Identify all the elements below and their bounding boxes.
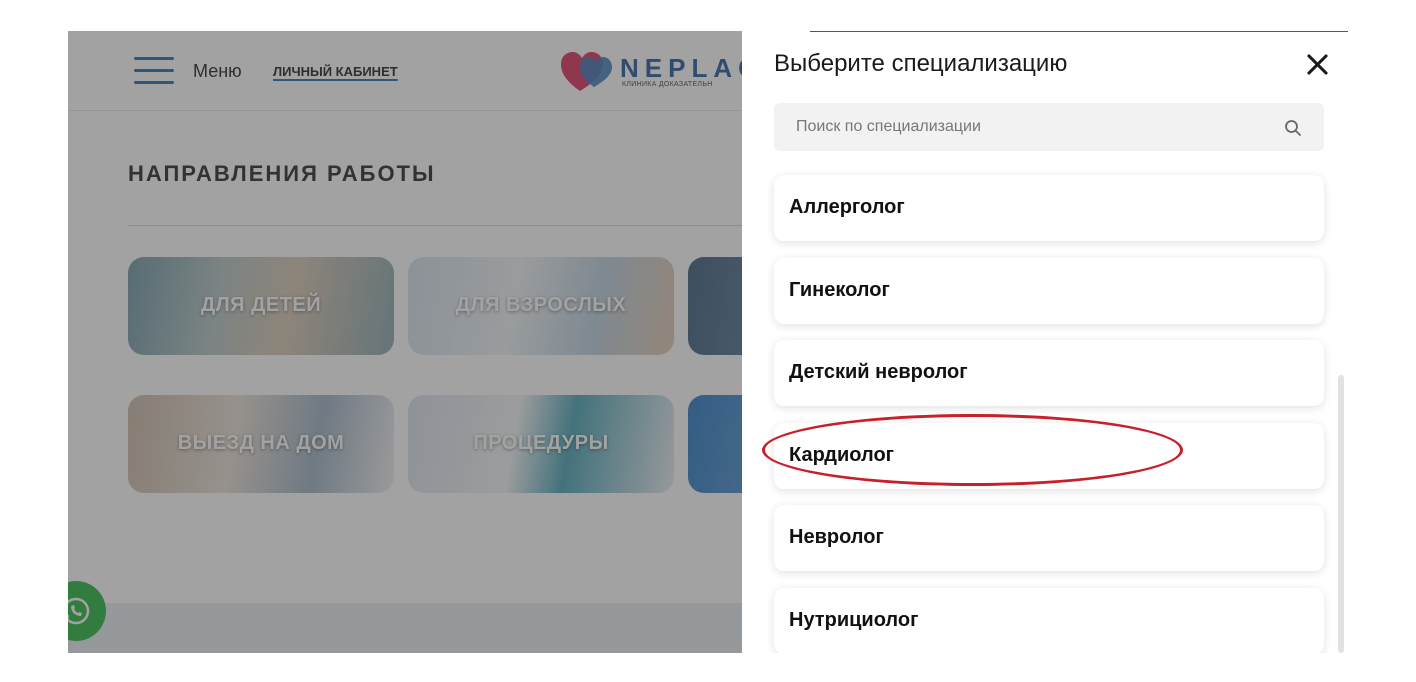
search-input[interactable] bbox=[774, 103, 1274, 151]
list-item-child-neurologist[interactable]: Детский невролог bbox=[774, 340, 1324, 406]
scrollbar[interactable] bbox=[1338, 375, 1344, 653]
list-item-cardiologist[interactable]: Кардиолог bbox=[774, 422, 1324, 489]
screenshot: Меню ЛИЧНЫЙ КАБИНЕТ NEPLAC КЛИНИКА ДОКАЗ… bbox=[68, 31, 1348, 653]
search-icon[interactable] bbox=[1284, 119, 1302, 137]
list-item-label: Детский невролог bbox=[789, 361, 968, 383]
list-item-label: Нутрициолог bbox=[789, 608, 919, 631]
list-item-label: Гинеколог bbox=[789, 278, 890, 301]
specialization-drawer: Выберите специализацию Аллерголог Гинеко… bbox=[742, 31, 1348, 653]
list-item-label: Кардиолог bbox=[789, 443, 894, 466]
search-box bbox=[774, 103, 1324, 151]
specialization-list: Аллерголог Гинеколог Детский невролог Ка… bbox=[774, 175, 1324, 653]
list-item-allergologist[interactable]: Аллерголог bbox=[774, 175, 1324, 241]
list-item-nutritionist[interactable]: Нутрициолог bbox=[774, 587, 1324, 653]
list-item-label: Аллерголог bbox=[789, 196, 905, 218]
list-item-gynecologist[interactable]: Гинеколог bbox=[774, 257, 1324, 324]
list-item-neurologist[interactable]: Невролог bbox=[774, 505, 1324, 571]
background-page: Меню ЛИЧНЫЙ КАБИНЕТ NEPLAC КЛИНИКА ДОКАЗ… bbox=[68, 31, 742, 653]
drawer-title: Выберите специализацию bbox=[774, 50, 1068, 77]
list-item-label: Невролог bbox=[789, 526, 884, 548]
close-icon[interactable] bbox=[1302, 49, 1332, 79]
top-divider bbox=[810, 31, 1348, 32]
modal-overlay[interactable] bbox=[68, 31, 742, 653]
